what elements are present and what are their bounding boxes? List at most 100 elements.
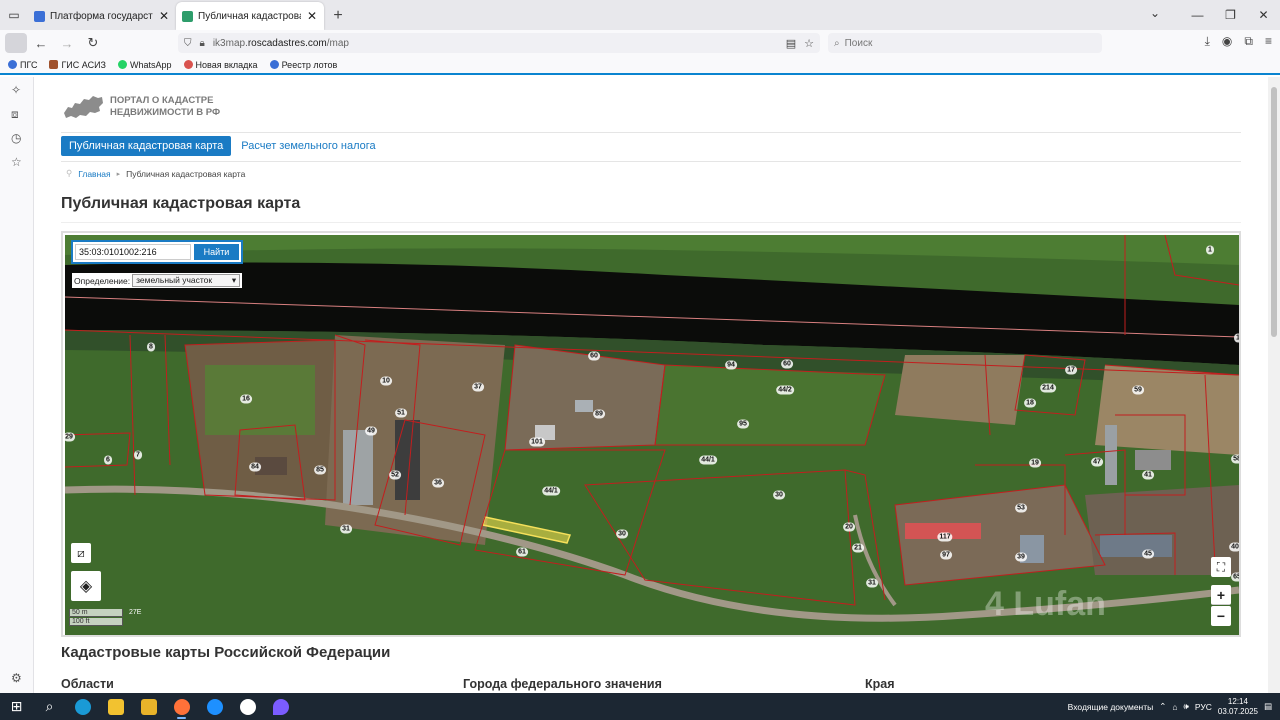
parcel-number-label[interactable]: 31: [340, 524, 352, 534]
language-indicator[interactable]: РУС: [1195, 702, 1212, 712]
parcel-number-label[interactable]: 1: [1234, 333, 1239, 343]
bookmark-pgs[interactable]: ПГС: [8, 60, 37, 70]
parcel-number-label[interactable]: 30: [773, 490, 785, 500]
parcel-number-label[interactable]: 44/1: [542, 486, 560, 496]
parcel-number-label[interactable]: 58: [1231, 454, 1239, 464]
parcel-number-label[interactable]: 36: [432, 478, 444, 488]
network-icon[interactable]: ⌂: [1172, 702, 1177, 712]
parcel-number-label[interactable]: 60: [588, 351, 600, 361]
forward-icon[interactable]: →: [55, 32, 79, 54]
download-icon[interactable]: ⤓: [1205, 34, 1210, 49]
internet-explorer-icon[interactable]: [198, 693, 231, 720]
parcel-number-label[interactable]: 19: [1029, 458, 1041, 468]
bookmark-gis-asiz[interactable]: ГИС АСИЗ: [49, 60, 106, 70]
extensions-icon[interactable]: ⧉: [1244, 34, 1253, 49]
parcel-number-label[interactable]: 61: [516, 547, 528, 557]
page-scrollbar[interactable]: [1268, 77, 1280, 693]
bookmark-new-tab[interactable]: Новая вкладка: [183, 60, 258, 70]
search-input[interactable]: ⌕ Поиск: [828, 33, 1102, 53]
parcel-number-label[interactable]: 31: [866, 578, 878, 588]
bookmark-lot-registry[interactable]: Реестр лотов: [269, 60, 337, 70]
parcel-number-label[interactable]: 16: [240, 394, 252, 404]
parcel-number-label[interactable]: 29: [65, 432, 75, 442]
parcel-number-label[interactable]: 1: [1206, 245, 1214, 255]
select-area-button[interactable]: ⧄: [71, 543, 91, 563]
notifications-icon[interactable]: ▤: [1264, 701, 1272, 712]
parcel-number-label[interactable]: 84: [249, 462, 261, 472]
menu-item-cadastral-map[interactable]: Публичная кадастровая карта: [61, 136, 232, 156]
settings-gear-icon[interactable]: ⚙: [11, 671, 22, 685]
reader-view-icon[interactable]: ▤: [786, 37, 796, 50]
parcel-number-label[interactable]: 41: [1142, 470, 1154, 480]
close-icon[interactable]: ✕: [1247, 0, 1280, 30]
parcel-number-label[interactable]: 60: [781, 359, 793, 369]
restore-icon[interactable]: ❐: [1214, 0, 1247, 30]
windows-start-icon[interactable]: ⊞: [0, 693, 33, 720]
parcel-number-label[interactable]: 39: [1015, 552, 1027, 562]
parcel-number-label[interactable]: 7: [134, 450, 142, 460]
parcel-number-label[interactable]: 49: [365, 426, 377, 436]
firefox-icon[interactable]: [165, 693, 198, 720]
account-icon[interactable]: ◉: [1222, 34, 1232, 49]
parcel-number-label[interactable]: 97: [940, 550, 952, 560]
url-bar[interactable]: ⛉ 🔒︎ ik3map.roscadastres.com/map ▤ ☆: [178, 33, 820, 53]
yandex-browser-icon[interactable]: [231, 693, 264, 720]
parcel-number-label[interactable]: 44/1: [699, 455, 717, 465]
tab-list-icon[interactable]: ▭: [0, 0, 28, 30]
parcel-number-label[interactable]: 18: [1024, 398, 1036, 408]
layers-button[interactable]: ◈: [71, 571, 101, 601]
parcel-number-label[interactable]: 85: [314, 465, 326, 475]
parcel-number-label[interactable]: 101: [529, 437, 545, 447]
parcel-number-label[interactable]: 95: [737, 419, 749, 429]
zoom-in-button[interactable]: +: [1211, 585, 1231, 605]
parcel-number-label[interactable]: 53: [1015, 503, 1027, 513]
ai-chat-icon[interactable]: ✧: [11, 83, 21, 97]
bookmark-star-icon[interactable]: ☆: [804, 37, 814, 50]
parcel-number-label[interactable]: 10: [380, 376, 392, 386]
parcel-number-label[interactable]: 89: [593, 409, 605, 419]
clock[interactable]: 12:14 03.07.2025: [1218, 697, 1258, 717]
parcel-number-label[interactable]: 94: [725, 360, 737, 370]
shield-icon[interactable]: ⛉: [184, 38, 192, 49]
parcel-number-label[interactable]: 21: [852, 543, 864, 553]
app-drop-icon[interactable]: [264, 693, 297, 720]
edge-icon[interactable]: [66, 693, 99, 720]
lock-icon[interactable]: 🔒︎: [200, 38, 205, 49]
tab-close-icon[interactable]: ✕: [306, 9, 318, 23]
minimize-icon[interactable]: —: [1181, 0, 1214, 30]
history-icon[interactable]: ◷: [11, 131, 21, 145]
parcel-number-label[interactable]: 214: [1040, 383, 1056, 393]
cadastral-map[interactable]: 8 16 10 37 29 6 7 84 85 49 31 36 51 52 60 89 94 60 44/2 95 4…: [65, 235, 1239, 635]
menu-item-land-tax[interactable]: Расчет земельного налога: [241, 140, 375, 152]
definition-select[interactable]: земельный участок ▾: [132, 274, 241, 287]
parcel-number-label[interactable]: 44/2: [776, 385, 794, 395]
tab-platform[interactable]: Платформа государственных с ✕: [28, 2, 176, 30]
site-logo[interactable]: ПОРТАЛ О КАДАСТРЕ НЕДВИЖИМОСТИ В РФ: [62, 93, 220, 121]
parcel-number-label[interactable]: 8: [147, 342, 155, 352]
search-icon[interactable]: ⌕: [33, 693, 66, 720]
parcel-number-label[interactable]: 40: [1229, 542, 1239, 552]
cadastral-number-input[interactable]: [75, 244, 191, 260]
parcel-number-label[interactable]: 117: [937, 532, 953, 542]
parcel-number-label[interactable]: 20: [843, 522, 855, 532]
tab-cadastral-map[interactable]: Публичная кадастровая карта ✕: [176, 2, 324, 30]
reload-icon[interactable]: ↻: [81, 32, 105, 54]
fullscreen-button[interactable]: ⛶: [1211, 557, 1231, 577]
parcel-number-label[interactable]: 52: [389, 470, 401, 480]
tab-close-icon[interactable]: ✕: [158, 9, 170, 23]
zoom-out-button[interactable]: −: [1211, 606, 1231, 626]
bookmark-whatsapp[interactable]: WhatsApp: [118, 60, 172, 70]
parcel-number-label[interactable]: 59: [1132, 385, 1144, 395]
volume-icon[interactable]: 🕪︎: [1184, 701, 1189, 712]
chevron-up-icon[interactable]: ⌃: [1159, 701, 1166, 712]
parcel-number-label[interactable]: 6: [104, 455, 112, 465]
bookmarks-icon[interactable]: ☆: [11, 155, 22, 169]
parcel-number-label[interactable]: 51: [395, 408, 407, 418]
parcel-number-label[interactable]: 65: [1231, 572, 1239, 582]
synced-tabs-icon[interactable]: ⧈: [11, 107, 19, 122]
find-button[interactable]: Найти: [194, 244, 239, 260]
tray-documents-text[interactable]: Входящие документы: [1068, 702, 1154, 712]
file-explorer-icon[interactable]: [99, 693, 132, 720]
menu-icon[interactable]: ≡: [1265, 34, 1272, 49]
scrollbar-thumb[interactable]: [1271, 87, 1277, 337]
